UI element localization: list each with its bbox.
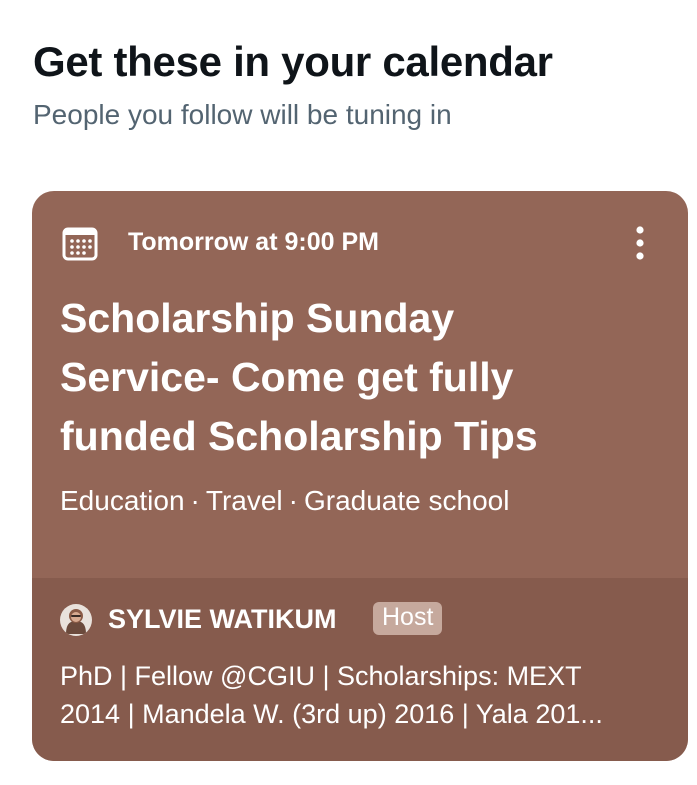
- space-title: Scholarship Sunday Service- Come get ful…: [60, 289, 660, 466]
- topic-tag[interactable]: Graduate school: [304, 485, 509, 516]
- user-avatar[interactable]: [60, 604, 92, 636]
- section-subtitle: People you follow will be tuning in: [33, 99, 452, 130]
- schedule-time: Tomorrow at 9:00 PM: [128, 228, 379, 256]
- more-vertical-icon[interactable]: [625, 223, 655, 263]
- section-title: Get these in your calendar: [33, 38, 553, 85]
- topic-tag[interactable]: Travel: [206, 485, 283, 516]
- space-title-line: funded Scholarship Tips: [60, 413, 538, 459]
- topic-list: Education · Travel · Graduate school: [60, 485, 509, 517]
- host-name[interactable]: SYLVIE WATIKUM: [108, 604, 337, 635]
- topic-separator: ·: [288, 485, 298, 516]
- topic-tag[interactable]: Education: [60, 485, 185, 516]
- calendar-icon: [62, 227, 98, 261]
- host-bio: PhD | Fellow @CGIU | Scholarships: MEXT …: [60, 657, 660, 733]
- topic-separator: ·: [190, 485, 200, 516]
- space-title-line: Service- Come get fully: [60, 354, 514, 400]
- host-section[interactable]: SYLVIE WATIKUM Host PhD | Fellow @CGIU |…: [32, 578, 688, 761]
- space-card-main[interactable]: Tomorrow at 9:00 PM Scholarship Sunday S…: [32, 191, 688, 578]
- host-bio-line: PhD | Fellow @CGIU | Scholarships: MEXT: [60, 661, 582, 691]
- space-card[interactable]: Tomorrow at 9:00 PM Scholarship Sunday S…: [32, 191, 688, 761]
- host-bio-line: 2014 | Mandela W. (3rd up) 2016 | Yala 2…: [60, 699, 603, 729]
- host-badge: Host: [373, 602, 443, 635]
- space-title-line: Scholarship Sunday: [60, 295, 455, 341]
